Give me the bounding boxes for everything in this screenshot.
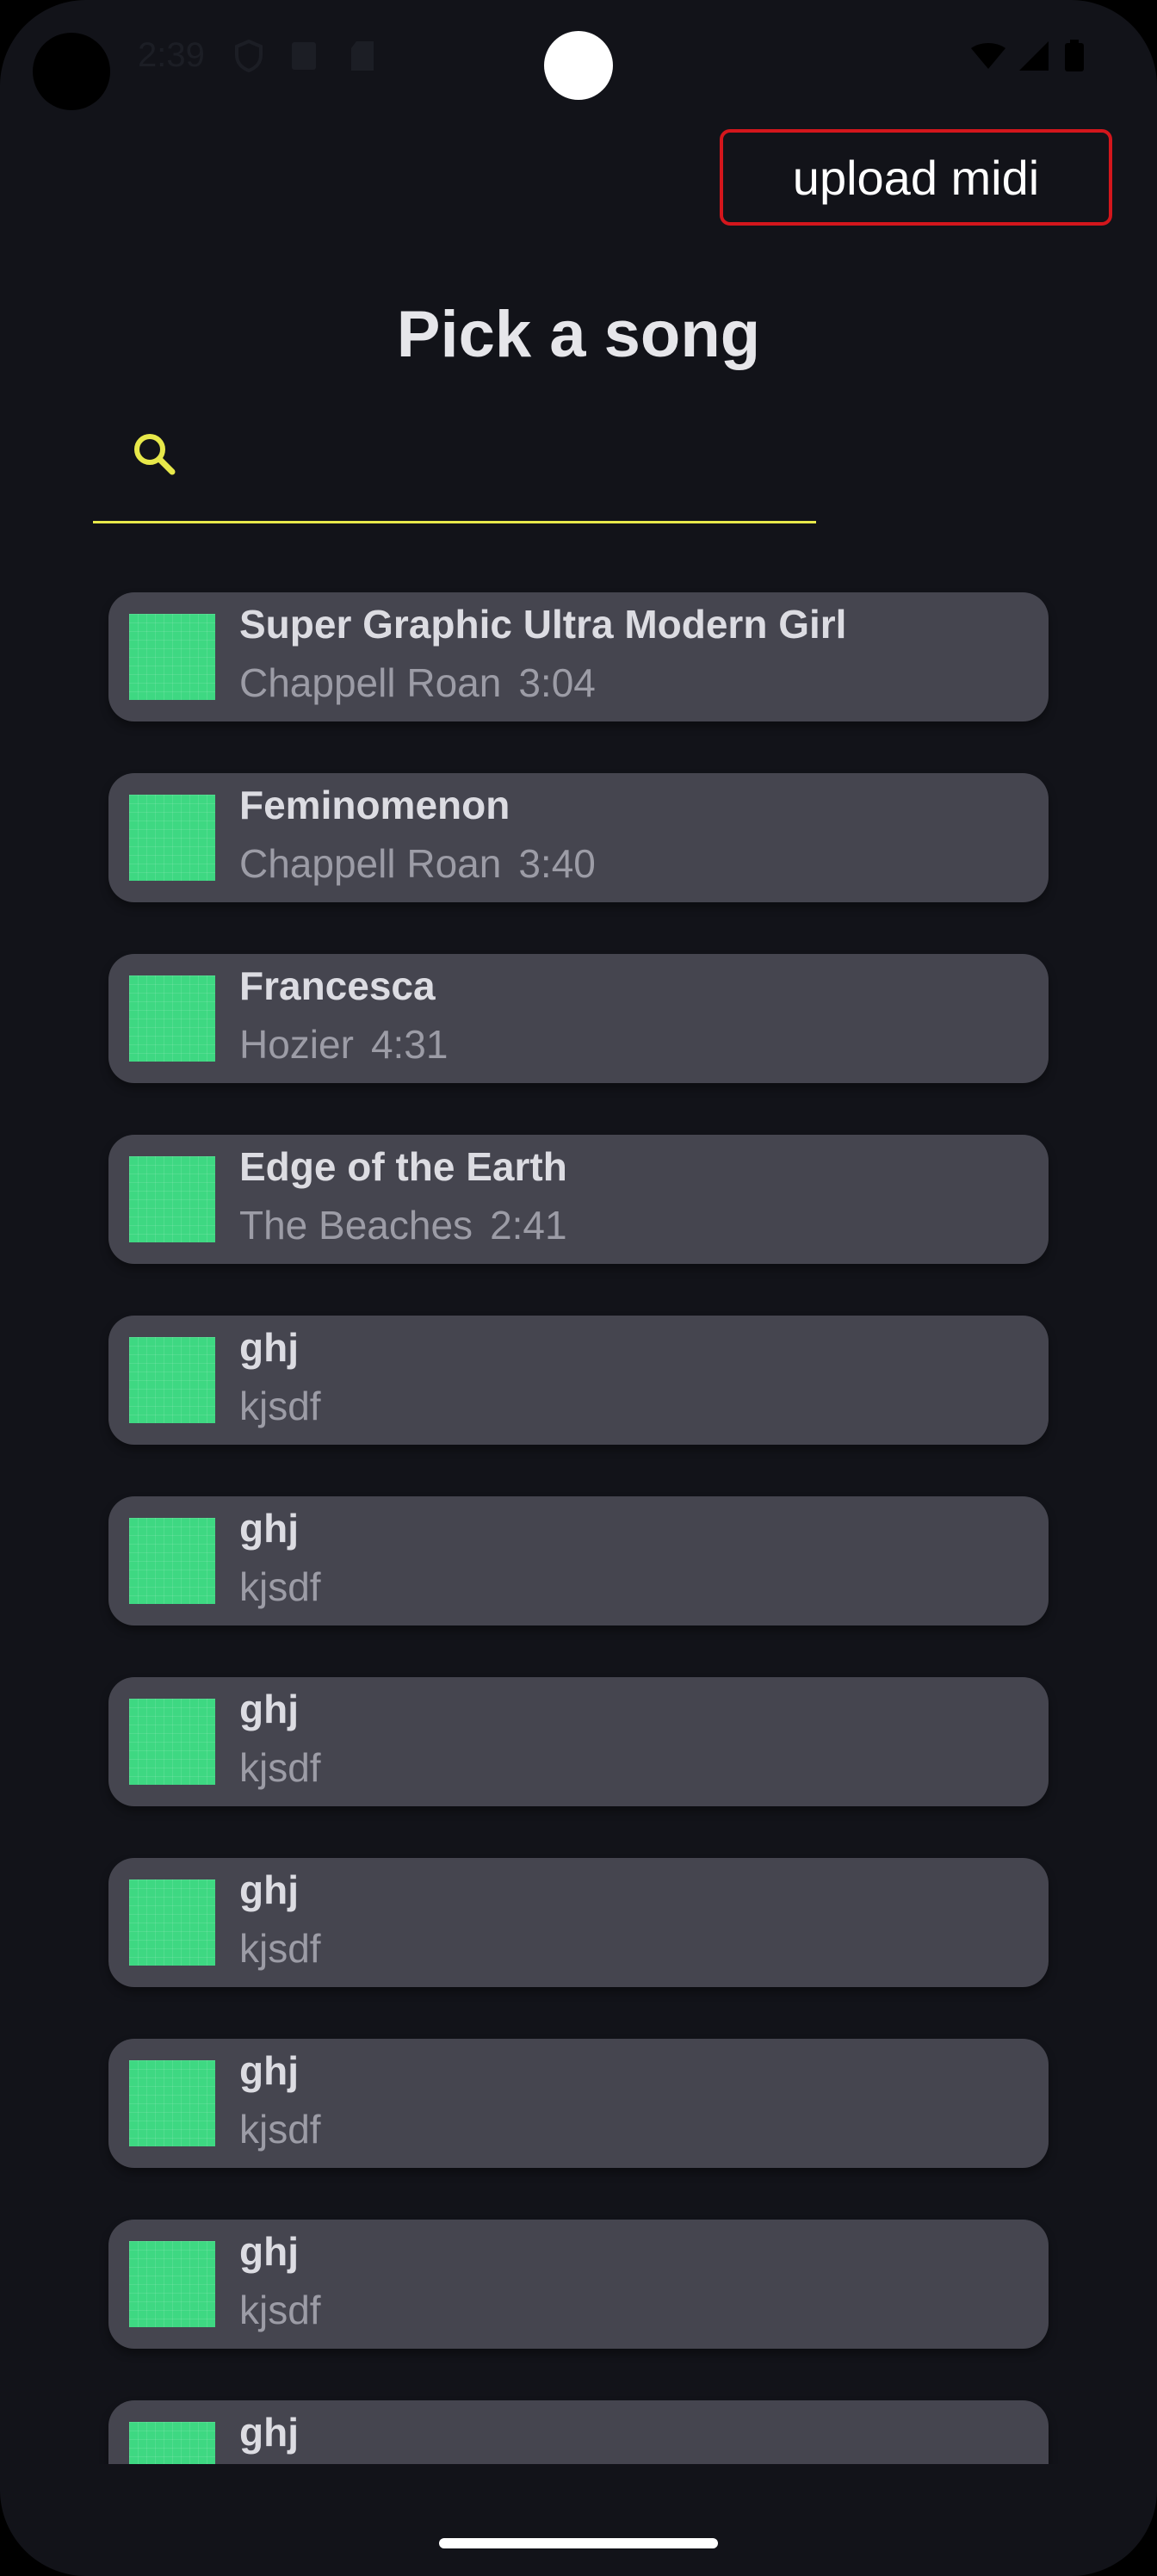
song-title: Francesca <box>239 963 436 1008</box>
song-meta: kjsdf <box>239 1744 338 1791</box>
song-card[interactable]: ghj kjsdf <box>108 2039 1049 2168</box>
search-input[interactable] <box>205 422 794 492</box>
song-meta: kjsdf <box>239 2287 338 2333</box>
song-list: Super Graphic Ultra Modern Girl Chappell … <box>108 592 1049 2464</box>
song-title: ghj <box>239 1687 299 1731</box>
sd-card-icon <box>351 41 374 71</box>
song-card[interactable]: ghj <box>108 2400 1049 2464</box>
song-meta: Chappell Roan 3:04 <box>239 659 596 706</box>
song-thumbnail <box>129 1518 215 1604</box>
song-title: ghj <box>239 2410 299 2455</box>
song-thumbnail <box>129 795 215 881</box>
song-title: ghj <box>239 1325 299 1370</box>
status-dot <box>33 33 110 110</box>
song-artist: kjsdf <box>239 2107 321 2152</box>
shield-icon <box>235 40 263 72</box>
song-title: ghj <box>239 2229 299 2274</box>
song-meta: kjsdf <box>239 2106 338 2152</box>
song-artist: kjsdf <box>239 1745 321 1790</box>
song-card[interactable]: ghj kjsdf <box>108 1858 1049 1987</box>
battery-icon <box>1065 40 1084 71</box>
song-meta: Hozier 4:31 <box>239 1021 448 1068</box>
upload-midi-button[interactable]: upload midi <box>720 129 1112 226</box>
song-duration: 2:41 <box>490 1203 567 1248</box>
song-card[interactable]: Edge of the Earth The Beaches 2:41 <box>108 1135 1049 1264</box>
song-duration: 4:31 <box>370 1022 449 1067</box>
song-artist: kjsdf <box>239 1564 321 1609</box>
song-card[interactable]: ghj kjsdf <box>108 1496 1049 1625</box>
song-artist: Chappell Roan <box>239 660 502 705</box>
wifi-icon <box>971 43 1005 69</box>
song-meta: kjsdf <box>239 1564 338 1610</box>
song-thumbnail <box>129 1156 215 1242</box>
song-title: ghj <box>239 2048 299 2093</box>
app-screen: 2:39 upload midi Pick a song Super Graph… <box>0 0 1157 2576</box>
song-meta: kjsdf <box>239 1925 338 1972</box>
song-card[interactable]: Francesca Hozier 4:31 <box>108 954 1049 1083</box>
status-time: 2:39 <box>138 36 205 74</box>
song-thumbnail <box>129 1699 215 1785</box>
song-title: Feminomenon <box>239 783 510 827</box>
song-thumbnail <box>129 2422 215 2464</box>
song-card[interactable]: ghj kjsdf <box>108 1677 1049 1806</box>
song-thumbnail <box>129 2241 215 2327</box>
song-card[interactable]: Feminomenon Chappell Roan 3:40 <box>108 773 1049 902</box>
song-card[interactable]: ghj kjsdf <box>108 1316 1049 1445</box>
song-title: ghj <box>239 1506 299 1551</box>
song-thumbnail <box>129 1879 215 1966</box>
song-artist: The Beaches <box>239 1203 473 1248</box>
song-artist: kjsdf <box>239 1384 321 1428</box>
signal-icon <box>1019 41 1049 71</box>
song-thumbnail <box>129 2060 215 2146</box>
home-indicator[interactable] <box>439 2538 718 2548</box>
song-thumbnail <box>129 614 215 700</box>
search-icon <box>134 434 176 475</box>
song-title: Edge of the Earth <box>239 1144 567 1189</box>
font-icon <box>292 42 316 70</box>
status-bar: 2:39 <box>0 0 1157 121</box>
search-bar[interactable] <box>93 405 816 523</box>
song-title: Super Graphic Ultra Modern Girl <box>239 602 847 647</box>
page-title: Pick a song <box>396 298 761 371</box>
song-duration: 3:04 <box>518 660 596 705</box>
song-card[interactable]: ghj kjsdf <box>108 2220 1049 2349</box>
song-title: ghj <box>239 1867 299 1912</box>
song-thumbnail <box>129 975 215 1062</box>
song-artist: Chappell Roan <box>239 841 502 886</box>
song-artist: kjsdf <box>239 2288 321 2332</box>
song-artist: kjsdf <box>239 1926 321 1971</box>
song-meta: kjsdf <box>239 1383 338 1429</box>
song-artist: Hozier <box>239 1022 354 1067</box>
song-duration: 3:40 <box>518 841 596 886</box>
song-thumbnail <box>129 1337 215 1423</box>
song-card[interactable]: Super Graphic Ultra Modern Girl Chappell … <box>108 592 1049 721</box>
front-camera <box>544 31 613 100</box>
song-meta: The Beaches 2:41 <box>239 1202 567 1248</box>
song-list-viewport[interactable]: Super Graphic Ultra Modern Girl Chappell … <box>0 585 1157 2464</box>
song-meta: Chappell Roan 3:40 <box>239 840 596 887</box>
